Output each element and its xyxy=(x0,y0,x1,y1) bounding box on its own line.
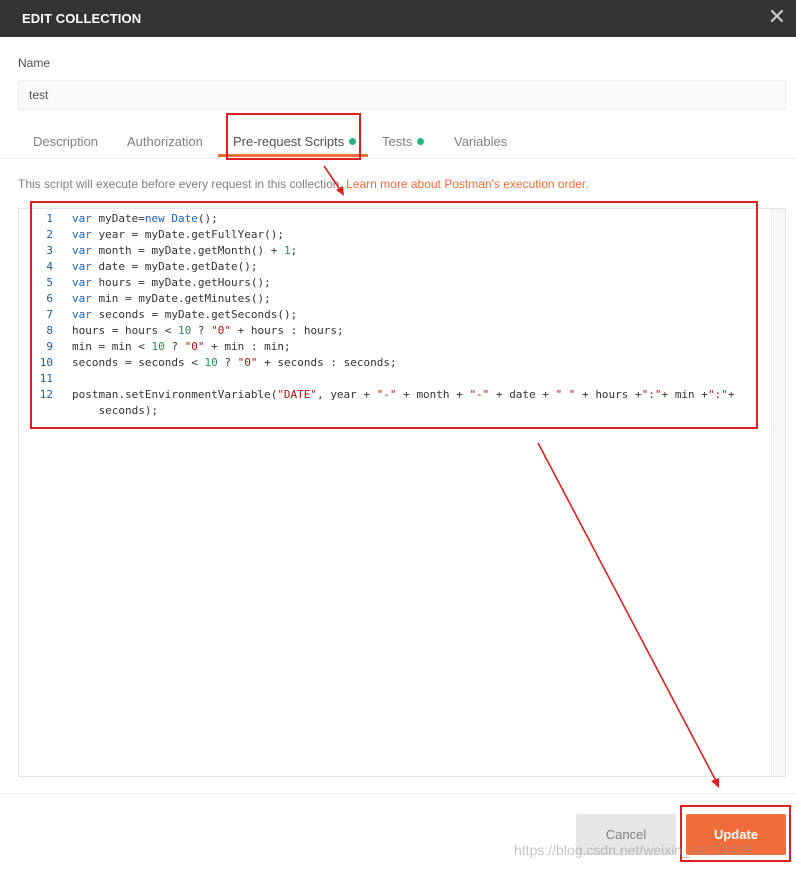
code-text: hours = hours < 10 ? "0" + hours : hours… xyxy=(72,324,344,337)
tab-label: Description xyxy=(33,134,99,149)
code-text: postman.setEnvironmentVariable("DATE", y… xyxy=(72,388,735,417)
name-input[interactable] xyxy=(18,80,786,110)
code-text: var month = myDate.getMonth() + 1; xyxy=(72,244,298,257)
line-number: 11 xyxy=(39,372,53,385)
tab-variables[interactable]: Variables xyxy=(454,134,507,149)
tab-label: Variables xyxy=(454,134,508,149)
tab-authorization[interactable]: Authorization xyxy=(127,134,203,149)
code-text: var seconds = myDate.getSeconds(); xyxy=(72,308,298,321)
line-number: 9 xyxy=(46,340,53,353)
tab-label: Authorization xyxy=(127,134,203,149)
line-number: 5 xyxy=(46,276,53,289)
code-text: var year = myDate.getFullYear(); xyxy=(72,228,284,241)
execution-order-link[interactable]: Learn more about Postman's execution ord… xyxy=(346,177,588,191)
script-info-text: This script will execute before every re… xyxy=(18,177,343,191)
annotation-arrow-head xyxy=(711,778,719,788)
code-text: var hours = myDate.getHours(); xyxy=(72,276,271,289)
code-text: var myDate=new Date(); xyxy=(72,212,218,225)
line-number: 6 xyxy=(46,292,53,305)
script-info: This script will execute before every re… xyxy=(18,177,589,191)
line-number: 12 xyxy=(39,388,53,401)
status-dot-icon xyxy=(417,138,425,145)
active-tab-indicator xyxy=(218,154,368,157)
code-text: seconds = seconds < 10 ? "0" + seconds :… xyxy=(72,356,397,369)
tab-bar: Description Authorization Pre-request Sc… xyxy=(0,126,796,159)
tab-label: Pre-request Scripts xyxy=(233,134,345,149)
name-label: Name xyxy=(18,56,51,70)
status-dot-icon xyxy=(349,138,357,145)
code-text: min = min < 10 ? "0" + min : min; xyxy=(72,340,291,353)
footer-divider xyxy=(0,793,796,794)
line-number: 10 xyxy=(39,356,53,369)
line-number: 7 xyxy=(46,308,53,321)
line-number: 2 xyxy=(46,228,53,241)
tab-label: Tests xyxy=(382,134,413,149)
close-icon[interactable]: ✕ xyxy=(766,7,788,29)
tab-pre-request-scripts[interactable]: Pre-request Scripts xyxy=(233,134,357,149)
script-editor[interactable]: 1 var myDate=new Date(); 2 var year = myDat… xyxy=(18,208,786,777)
update-button[interactable]: Update xyxy=(686,814,786,855)
line-number: 3 xyxy=(46,244,53,257)
line-number: 8 xyxy=(46,324,53,337)
tab-description[interactable]: Description xyxy=(33,134,98,149)
dialog-title: EDIT COLLECTION xyxy=(22,11,142,26)
editor-scrollbar[interactable] xyxy=(771,209,785,776)
tab-tests[interactable]: Tests xyxy=(382,134,425,149)
code-text: var min = myDate.getMinutes(); xyxy=(72,292,271,305)
dialog-titlebar: EDIT COLLECTION ✕ xyxy=(0,0,796,37)
line-number: 1 xyxy=(46,212,53,225)
cancel-button[interactable]: Cancel xyxy=(576,814,676,855)
code-text: var date = myDate.getDate(); xyxy=(72,260,258,273)
line-number: 4 xyxy=(46,260,53,273)
